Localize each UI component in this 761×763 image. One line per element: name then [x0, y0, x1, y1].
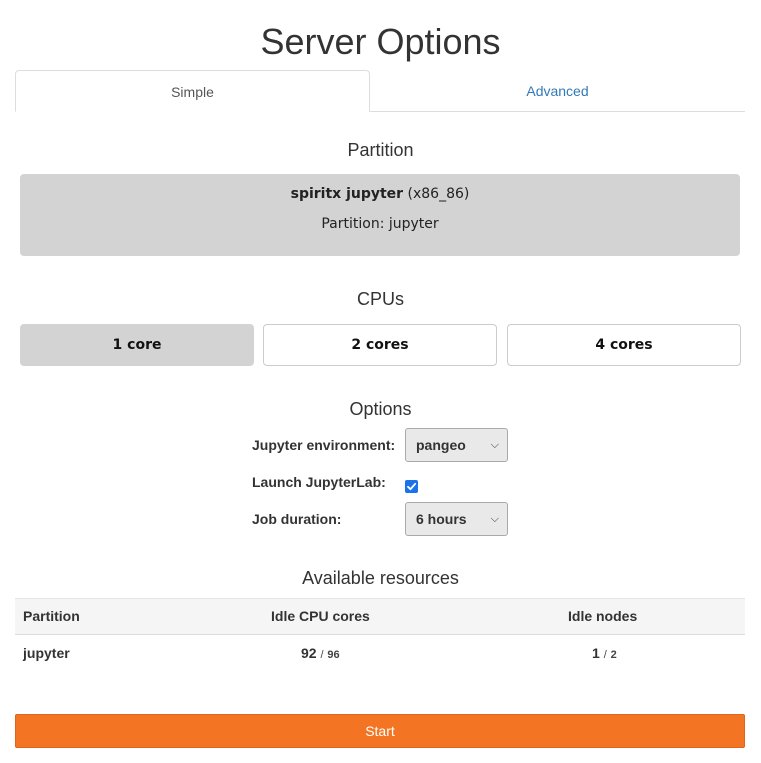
checkmark-icon	[407, 482, 417, 491]
jupyter-environment-label: Jupyter environment:	[252, 437, 396, 453]
partition-section-title: Partition	[347, 140, 414, 160]
options-section-title: Options	[349, 399, 412, 419]
partition-card-arch: (x86_86)	[407, 186, 470, 202]
column-header-idle-cpu-cores: Idle CPU cores	[271, 608, 370, 624]
partition-card[interactable]: spiritx jupyter (x86_86) Partition: jupy…	[20, 174, 740, 256]
cpu-option-4-cores[interactable]: 4 cores	[507, 324, 741, 366]
chevron-down-icon: ⌵	[490, 439, 499, 451]
column-header-idle-nodes: Idle nodes	[568, 608, 638, 624]
launch-jupyterlab-label: Launch JupyterLab:	[252, 474, 386, 490]
tab-simple[interactable]: Simple	[15, 70, 370, 112]
table-row-partition: jupyter	[23, 645, 70, 661]
total-nodes-value: 2	[610, 649, 617, 661]
page-title: Server Options	[260, 21, 501, 62]
resources-section-title: Available resources	[302, 568, 459, 588]
total-cpu-value: 96	[327, 649, 340, 661]
job-duration-label: Job duration:	[252, 511, 342, 527]
idle-cpu-value: 92	[301, 645, 317, 661]
partition-card-heading: spiritx jupyter (x86_86)	[20, 186, 740, 202]
nodes-separator: /	[603, 649, 607, 661]
job-duration-value: 6 hours	[416, 511, 467, 527]
cpu-option-2-cores[interactable]: 2 cores	[263, 324, 497, 366]
column-header-partition: Partition	[23, 608, 80, 624]
cpus-section-title: CPUs	[356, 289, 404, 309]
job-duration-select[interactable]: 6 hours ⌵	[405, 502, 508, 536]
jupyter-environment-value: pangeo	[416, 437, 466, 453]
jupyter-environment-select[interactable]: pangeo ⌵	[405, 428, 508, 462]
chevron-down-icon: ⌵	[490, 513, 499, 525]
partition-card-name: spiritx jupyter	[290, 186, 404, 202]
table-row-idle-nodes: 1 / 2	[592, 645, 617, 661]
idle-nodes-value: 1	[592, 645, 600, 661]
start-button[interactable]: Start	[15, 714, 745, 748]
table-row-idle-cpu: 92 / 96	[301, 645, 340, 661]
tab-bar: Simple Advanced	[15, 70, 745, 112]
tab-advanced[interactable]: Advanced	[370, 70, 745, 112]
cpu-option-1-core[interactable]: 1 core	[20, 324, 254, 366]
cpu-separator: /	[320, 649, 324, 661]
launch-jupyterlab-checkbox[interactable]	[405, 480, 418, 493]
partition-card-partition: Partition: jupyter	[321, 216, 439, 232]
